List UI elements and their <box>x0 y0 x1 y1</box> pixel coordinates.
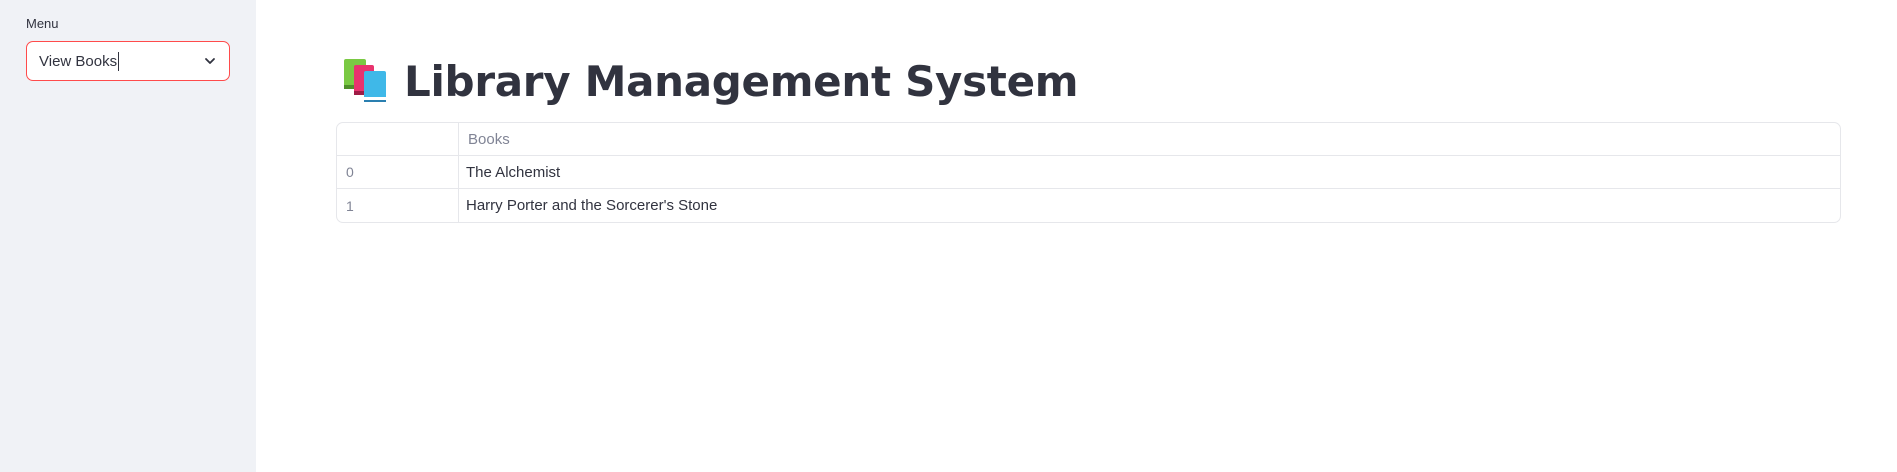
title-row: Library Management System <box>342 53 1079 109</box>
chevron-down-icon[interactable] <box>203 54 217 68</box>
index-column-header[interactable] <box>337 123 459 155</box>
row-index: 0 <box>337 156 459 188</box>
menu-select-value: View Books <box>39 52 118 70</box>
table-header-row: Books <box>337 123 1840 156</box>
app: Menu View Books Library Management Syste… <box>0 0 1897 472</box>
text-cursor <box>118 51 120 71</box>
menu-select[interactable]: View Books <box>26 41 230 81</box>
book-title-cell[interactable]: The Alchemist <box>459 156 1840 188</box>
menu-select-value-wrap: View Books <box>39 51 120 71</box>
row-index: 1 <box>337 189 459 222</box>
menu-label: Menu <box>26 16 59 31</box>
main-content: Library Management System Books 0 The Al… <box>256 0 1897 472</box>
page-title: Library Management System <box>404 56 1079 106</box>
book-title-cell[interactable]: Harry Porter and the Sorcerer's Stone <box>459 189 1840 222</box>
books-table[interactable]: Books 0 The Alchemist 1 Harry Porter and… <box>336 122 1841 223</box>
sidebar: Menu View Books <box>0 0 256 472</box>
books-icon <box>344 59 386 102</box>
table-row[interactable]: 0 The Alchemist <box>337 156 1840 189</box>
table-row[interactable]: 1 Harry Porter and the Sorcerer's Stone <box>337 189 1840 222</box>
books-column-header[interactable]: Books <box>459 123 1840 155</box>
